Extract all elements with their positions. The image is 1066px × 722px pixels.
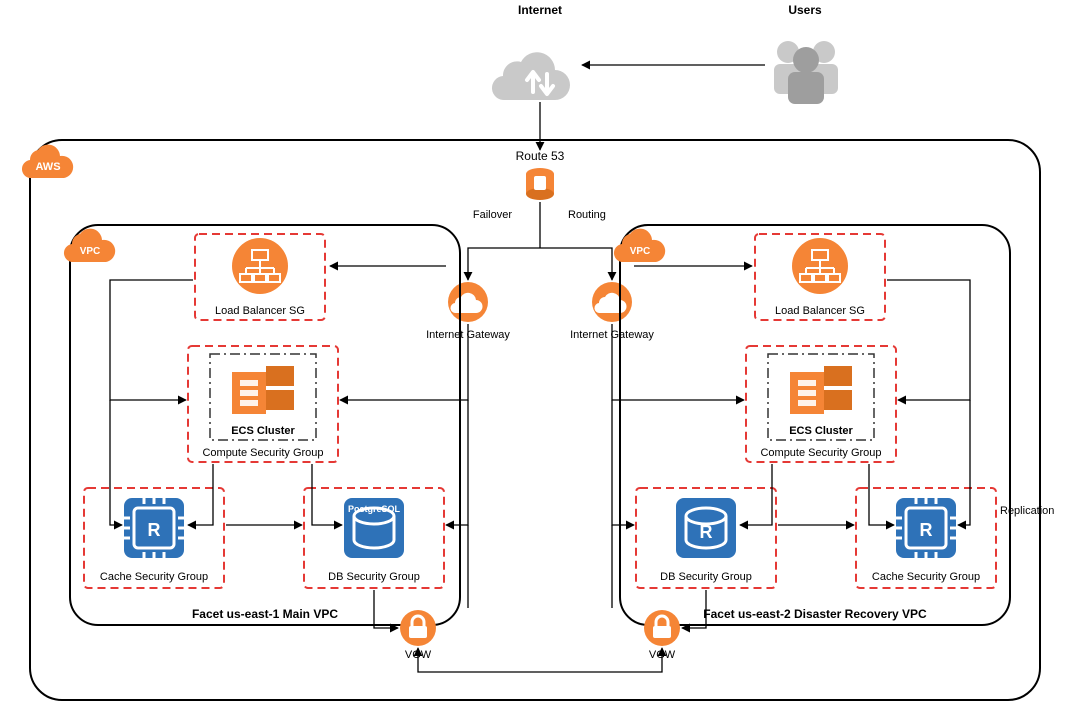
right-igw-icon (592, 282, 632, 322)
route53-to-left-igw (468, 248, 540, 280)
left-db-icon: PostgreSQL (344, 498, 404, 558)
right-cache-sg-box: R Cache Security Group (856, 488, 996, 588)
arrow-left-db-vgw (374, 590, 398, 628)
left-db-badge: PostgreSQL (348, 504, 401, 514)
users-icon (774, 41, 838, 104)
right-ecs-label: ECS Cluster (789, 425, 853, 437)
left-db-sg-label: DB Security Group (328, 571, 420, 583)
left-cache-badge: R (148, 520, 161, 540)
right-vgw-icon (644, 610, 680, 646)
right-lb-sg-label: Load Balancer SG (775, 305, 865, 317)
right-ecs-icon (790, 366, 852, 414)
left-ecs-label: ECS Cluster (231, 425, 295, 437)
right-vpc: VPC Facet us-east-2 Disaster Recovery VP… (614, 225, 1010, 625)
left-vpc-badge: VPC (80, 246, 101, 257)
left-vpc: VPC Facet us-east-1 Main VPC Load Balanc… (64, 225, 460, 625)
right-cache-icon: R (896, 498, 956, 558)
route53-to-right-igw (540, 248, 612, 280)
arrow-left-ecs-db (312, 464, 342, 525)
right-db-badge: R (700, 522, 713, 542)
routing-label: Routing (568, 209, 606, 221)
left-lb-sg-box: Load Balancer SG (195, 234, 325, 320)
arrow-right-lb-ecs (887, 280, 970, 400)
right-vpc-badge: VPC (630, 246, 651, 257)
arrow-vgw-vgw (418, 648, 662, 672)
left-compute-sg-label: Compute Security Group (202, 447, 323, 459)
right-cache-sg-label: Cache Security Group (872, 571, 980, 583)
architecture-diagram: Internet Users AWS Route 53 Failover Rou… (0, 0, 1066, 722)
left-lb-icon (232, 238, 288, 294)
right-vpc-title: Facet us-east-2 Disaster Recovery VPC (703, 607, 927, 621)
right-lb-icon (792, 238, 848, 294)
left-cache-sg-label: Cache Security Group (100, 571, 208, 583)
arrow-left-lb-ecs (110, 280, 193, 400)
right-lb-sg-box: Load Balancer SG (755, 234, 885, 320)
left-compute-sg-box: ECS Cluster Compute Security Group (188, 346, 338, 462)
right-db-sg-box: R DB Security Group (636, 488, 776, 588)
replication-label: Replication (1000, 505, 1054, 517)
route53-icon (526, 168, 554, 200)
right-compute-sg-label: Compute Security Group (760, 447, 881, 459)
left-cache-sg-box: R Cache Security Group (84, 488, 224, 588)
arrow-left-ecs-cache (188, 464, 213, 525)
failover-label: Failover (473, 209, 512, 221)
left-cache-icon: R (124, 498, 184, 558)
arrow-right-igw-db (612, 400, 634, 525)
right-cache-badge: R (920, 520, 933, 540)
route53-label: Route 53 (516, 149, 565, 163)
arrow-right-ecs-cache (869, 464, 894, 525)
left-lb-sg-label: Load Balancer SG (215, 305, 305, 317)
left-igw-icon (448, 282, 488, 322)
users-label: Users (788, 3, 822, 17)
aws-badge-text: AWS (35, 161, 60, 173)
arrow-left-igw-db (446, 400, 468, 525)
left-ecs-icon (232, 366, 294, 414)
internet-label: Internet (518, 3, 562, 17)
right-compute-sg-box: ECS Cluster Compute Security Group (746, 346, 896, 462)
arrow-left-lb-cache (110, 400, 122, 525)
arrow-right-ecs-db (740, 464, 772, 525)
right-db-icon: R (676, 498, 736, 558)
arrow-right-lb-cache (958, 400, 970, 525)
internet-icon (492, 52, 570, 100)
left-vpc-title: Facet us-east-1 Main VPC (192, 607, 338, 621)
left-db-sg-box: PostgreSQL DB Security Group (304, 488, 444, 588)
left-vgw-icon (400, 610, 436, 646)
right-db-sg-label: DB Security Group (660, 571, 752, 583)
